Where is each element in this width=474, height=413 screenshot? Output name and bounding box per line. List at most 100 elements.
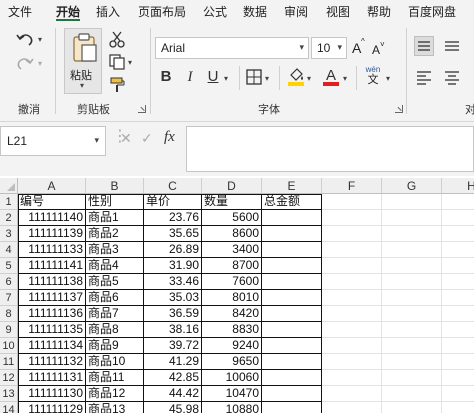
cell-f3[interactable] xyxy=(322,226,382,242)
redo-button[interactable] xyxy=(14,54,36,74)
cell-b7[interactable]: 商品6 xyxy=(86,290,144,306)
cell-c10[interactable]: 39.72 xyxy=(144,338,202,354)
cell-c9[interactable]: 38.16 xyxy=(144,322,202,338)
cell-c12[interactable]: 42.85 xyxy=(144,370,202,386)
cell-h10[interactable] xyxy=(442,338,474,354)
cell-g13[interactable] xyxy=(382,386,442,402)
undo-dropdown-icon[interactable]: ▾ xyxy=(38,35,42,44)
font-color-dropdown-icon[interactable]: ▾ xyxy=(343,74,347,83)
border-dropdown-icon[interactable]: ▾ xyxy=(265,74,269,83)
underline-button[interactable]: U xyxy=(205,68,221,86)
cell-a13[interactable]: 111111130 xyxy=(18,386,86,402)
cell-e3[interactable] xyxy=(262,226,322,242)
cell-f9[interactable] xyxy=(322,322,382,338)
cell-f4[interactable] xyxy=(322,242,382,258)
cell-g8[interactable] xyxy=(382,306,442,322)
cell-g9[interactable] xyxy=(382,322,442,338)
paste-button[interactable]: 粘贴 ▾ xyxy=(64,28,102,94)
row-header-7[interactable]: 7 xyxy=(0,290,18,306)
cell-f8[interactable] xyxy=(322,306,382,322)
underline-dropdown-icon[interactable]: ▾ xyxy=(224,74,228,83)
cell-b2[interactable]: 商品1 xyxy=(86,210,144,226)
insert-function-button[interactable]: fx xyxy=(164,129,175,146)
cell-c8[interactable]: 36.59 xyxy=(144,306,202,322)
cell-b5[interactable]: 商品4 xyxy=(86,258,144,274)
cell-g5[interactable] xyxy=(382,258,442,274)
cell-f1[interactable] xyxy=(322,194,382,210)
cell-e5[interactable] xyxy=(262,258,322,274)
cell-h6[interactable] xyxy=(442,274,474,290)
cell-f11[interactable] xyxy=(322,354,382,370)
row-header-4[interactable]: 4 xyxy=(0,242,18,258)
fill-color-button[interactable] xyxy=(287,67,305,87)
menu-insert[interactable]: 插入 xyxy=(96,3,120,20)
cell-c13[interactable]: 44.42 xyxy=(144,386,202,402)
cell-d6[interactable]: 7600 xyxy=(202,274,262,290)
cell-h11[interactable] xyxy=(442,354,474,370)
cell-d1[interactable]: 数量 xyxy=(202,194,262,210)
undo-button[interactable] xyxy=(14,30,36,50)
cell-g14[interactable] xyxy=(382,402,442,413)
top-align-button[interactable] xyxy=(414,36,434,56)
font-color-button[interactable]: A xyxy=(322,67,340,87)
cell-a1[interactable]: 编号 xyxy=(18,194,86,210)
cell-f10[interactable] xyxy=(322,338,382,354)
cell-g3[interactable] xyxy=(382,226,442,242)
menu-formulas[interactable]: 公式 xyxy=(203,3,227,20)
cell-h2[interactable] xyxy=(442,210,474,226)
cell-h4[interactable] xyxy=(442,242,474,258)
cell-e4[interactable] xyxy=(262,242,322,258)
cell-f2[interactable] xyxy=(322,210,382,226)
cell-a5[interactable]: 111111141 xyxy=(18,258,86,274)
cell-b1[interactable]: 性别 xyxy=(86,194,144,210)
align-center-button[interactable] xyxy=(442,68,462,88)
cell-b13[interactable]: 商品12 xyxy=(86,386,144,402)
cell-e6[interactable] xyxy=(262,274,322,290)
italic-button[interactable]: I xyxy=(182,68,198,86)
fill-color-dropdown-icon[interactable]: ▾ xyxy=(307,74,311,83)
phonetic-dropdown-icon[interactable]: ▾ xyxy=(386,74,390,83)
row-header-9[interactable]: 9 xyxy=(0,322,18,338)
cell-f12[interactable] xyxy=(322,370,382,386)
cell-b11[interactable]: 商品10 xyxy=(86,354,144,370)
row-header-2[interactable]: 2 xyxy=(0,210,18,226)
row-header-1[interactable]: 1 xyxy=(0,194,18,210)
cell-c4[interactable]: 26.89 xyxy=(144,242,202,258)
font-size-combo[interactable]: 10 ▾ xyxy=(311,37,347,59)
column-header-d[interactable]: D xyxy=(202,178,262,194)
cell-e8[interactable] xyxy=(262,306,322,322)
cell-c6[interactable]: 33.46 xyxy=(144,274,202,290)
cell-f6[interactable] xyxy=(322,274,382,290)
formula-input[interactable] xyxy=(186,126,474,172)
cell-d5[interactable]: 8700 xyxy=(202,258,262,274)
cell-f14[interactable] xyxy=(322,402,382,413)
cell-d9[interactable]: 8830 xyxy=(202,322,262,338)
cell-a12[interactable]: 111111131 xyxy=(18,370,86,386)
cell-e9[interactable] xyxy=(262,322,322,338)
menu-data[interactable]: 数据 xyxy=(243,3,267,20)
grow-font-button[interactable]: A ^ xyxy=(352,37,366,57)
menu-home[interactable]: 开始 xyxy=(56,3,80,20)
row-header-8[interactable]: 8 xyxy=(0,306,18,322)
cell-d4[interactable]: 3400 xyxy=(202,242,262,258)
row-header-13[interactable]: 13 xyxy=(0,386,18,402)
confirm-icon[interactable]: ✓ xyxy=(141,130,153,147)
cell-e13[interactable] xyxy=(262,386,322,402)
cell-c1[interactable]: 单价 xyxy=(144,194,202,210)
cell-d3[interactable]: 8600 xyxy=(202,226,262,242)
bold-button[interactable]: B xyxy=(158,68,174,86)
cell-b8[interactable]: 商品7 xyxy=(86,306,144,322)
cell-g4[interactable] xyxy=(382,242,442,258)
column-header-c[interactable]: C xyxy=(144,178,202,194)
cell-a3[interactable]: 111111139 xyxy=(18,226,86,242)
cell-e10[interactable] xyxy=(262,338,322,354)
cell-g7[interactable] xyxy=(382,290,442,306)
cell-b14[interactable]: 商品13 xyxy=(86,402,144,413)
cell-d13[interactable]: 10470 xyxy=(202,386,262,402)
cell-d11[interactable]: 9650 xyxy=(202,354,262,370)
clipboard-dialog-launcher[interactable] xyxy=(138,105,146,113)
font-dialog-launcher[interactable] xyxy=(395,105,403,113)
row-header-12[interactable]: 12 xyxy=(0,370,18,386)
cell-b12[interactable]: 商品11 xyxy=(86,370,144,386)
row-header-6[interactable]: 6 xyxy=(0,274,18,290)
